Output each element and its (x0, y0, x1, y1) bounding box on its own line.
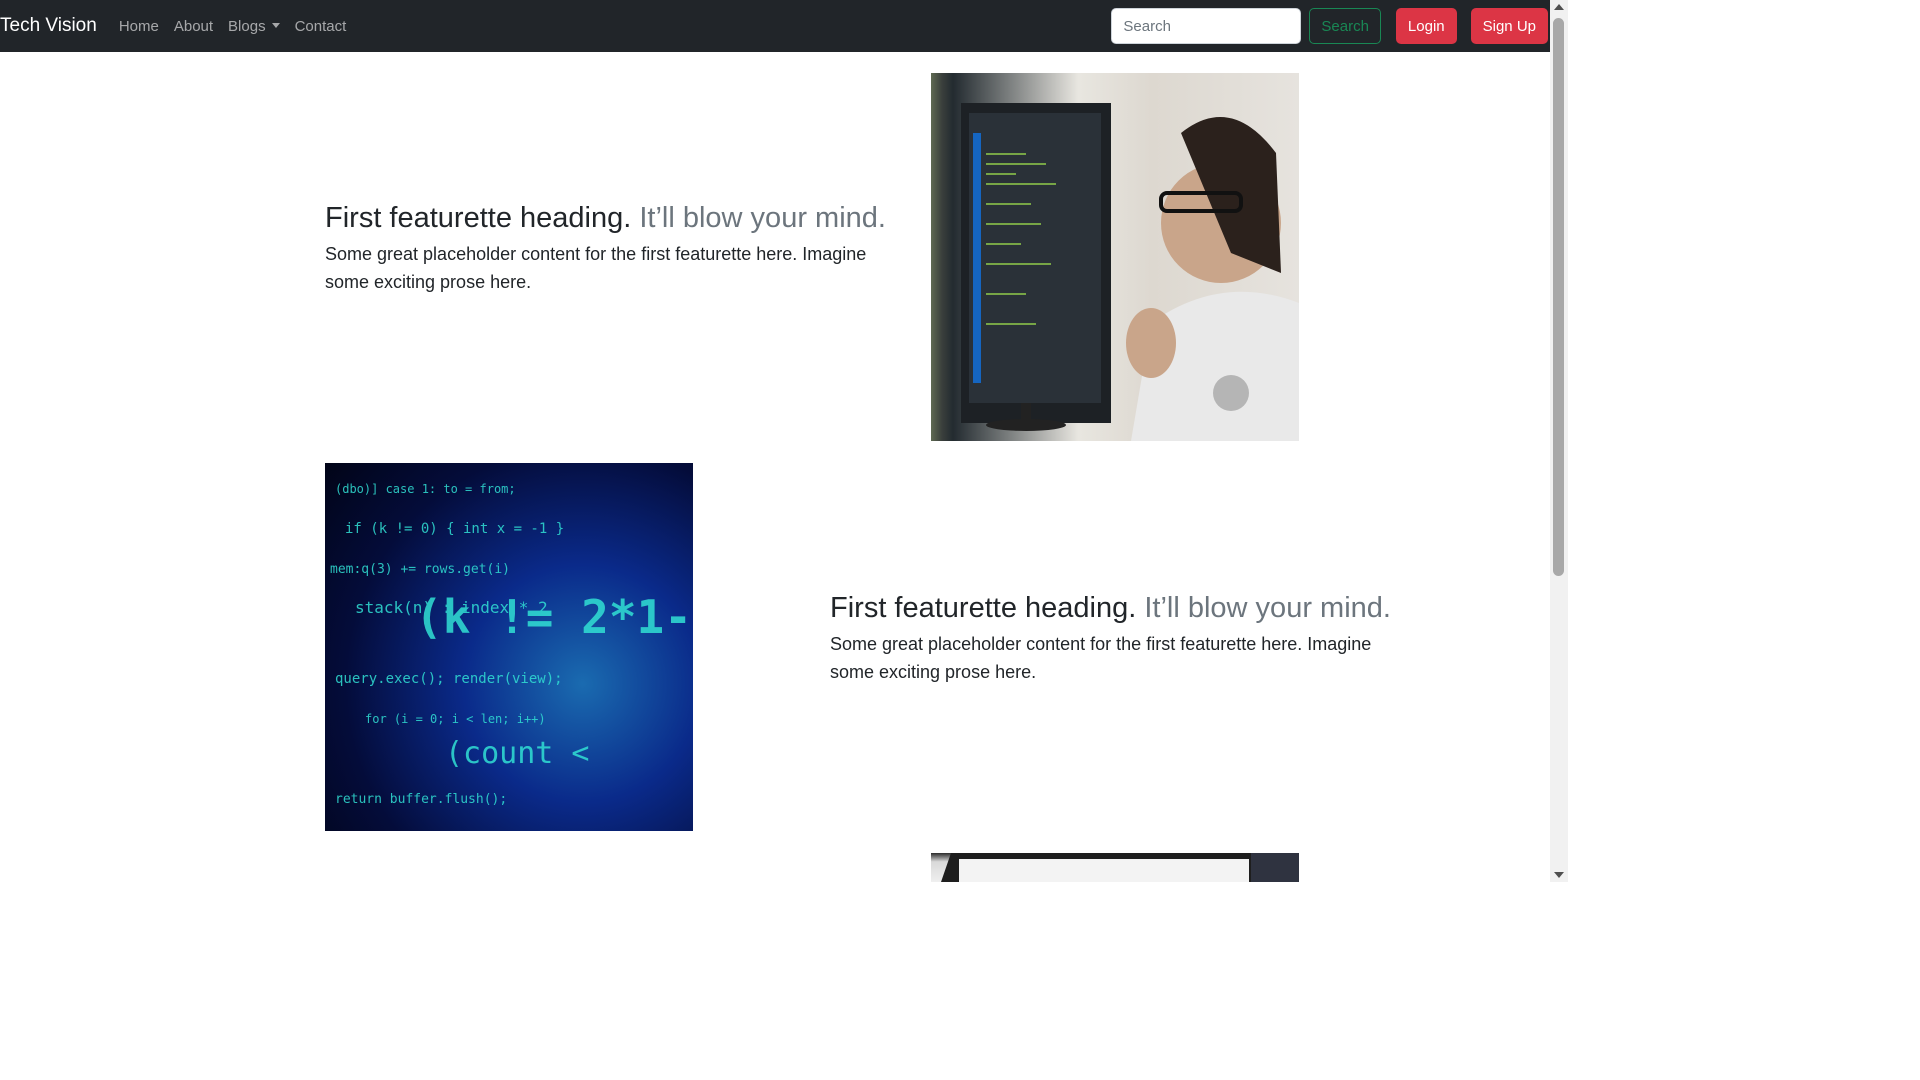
featurette-1-heading: First featurette heading. It’ll blow you… (325, 201, 915, 236)
nav-dropdown-blogs-label: Blogs (228, 17, 266, 35)
featurette-1-heading-main: First featurette heading. (325, 202, 632, 234)
chevron-down-icon (271, 22, 280, 28)
featurette-2-lead: Some great placeholder content for the f… (830, 633, 1372, 682)
navbar-brand[interactable]: Tech Vision (0, 15, 97, 37)
nav-links: Home About Blogs Contact (119, 18, 361, 35)
vertical-scrollbar[interactable] (1550, 0, 1568, 882)
featurette-1-lead: Some great placeholder content for the f… (325, 243, 867, 292)
nav-link-about[interactable]: About (174, 18, 213, 35)
woman-at-computer-photo (931, 73, 1299, 441)
navbar-actions: Search Login Sign Up (1111, 0, 1550, 52)
nav-link-contact[interactable]: Contact (295, 18, 347, 35)
login-button[interactable]: Login (1395, 8, 1457, 44)
svg-text:for (i = 0; i < len; i++): for (i = 0; i < len; i++) (365, 712, 546, 726)
featurette-2-heading: First featurette heading. It’ll blow you… (830, 591, 1420, 626)
code-matrix-photo: (dbo)] case 1: to = from; if (k != 0) { … (325, 463, 693, 831)
scrollbar-thumb[interactable] (1553, 18, 1564, 576)
signup-button[interactable]: Sign Up (1470, 8, 1548, 44)
svg-text:(dbo)] case 1: to = from;: (dbo)] case 1: to = from; (335, 482, 516, 496)
svg-text:query.exec(); render(view);: query.exec(); render(view); (335, 671, 563, 687)
laptop-illustration (941, 853, 1299, 882)
woman-at-computer-illustration (961, 103, 1299, 441)
scroll-down-icon[interactable] (1554, 872, 1564, 878)
scroll-up-icon[interactable] (1554, 4, 1564, 10)
featurette-2-text: First featurette heading. It’ll blow you… (830, 591, 1420, 686)
code-matrix-illustration: (dbo)] case 1: to = from; if (k != 0) { … (330, 482, 693, 807)
laptop-photo (931, 853, 1299, 882)
svg-text:mem:q(3) += rows.get(i): mem:q(3) += rows.get(i) (330, 562, 510, 577)
svg-text:return buffer.flush();: return buffer.flush(); (335, 792, 507, 807)
navbar: Tech Vision Home About Blogs Contact Sea… (0, 0, 1550, 52)
search-button[interactable]: Search (1309, 8, 1381, 44)
featurette-1-text: First featurette heading. It’ll blow you… (325, 201, 915, 296)
featurette-2-heading-main: First featurette heading. (830, 592, 1137, 624)
nav-link-home[interactable]: Home (119, 18, 159, 35)
featurette-1-heading-muted: It’ll blow your mind. (639, 202, 886, 234)
search-input[interactable] (1111, 8, 1302, 44)
featurette-2-heading-muted: It’ll blow your mind. (1144, 592, 1391, 624)
svg-text:if (k != 0) { int x = -1 }: if (k != 0) { int x = -1 } (345, 521, 564, 537)
svg-text:(count <: (count < (445, 736, 590, 771)
svg-text:(k != 2*1-1): (k != 2*1-1) (415, 590, 693, 644)
nav-dropdown-blogs[interactable]: Blogs (228, 18, 280, 35)
